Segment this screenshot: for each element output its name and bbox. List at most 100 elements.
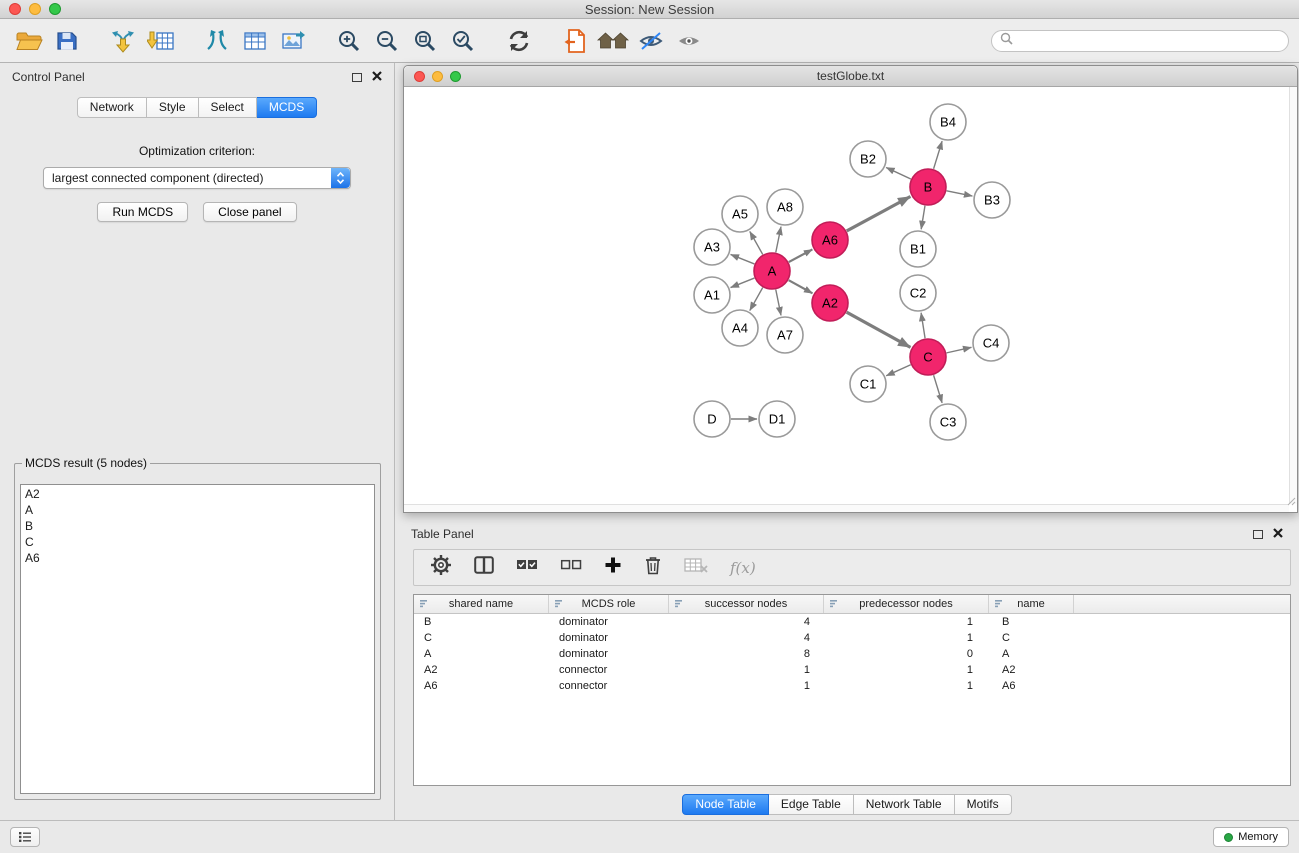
tab-mcds[interactable]: MCDS: [257, 97, 317, 118]
open-folder-icon[interactable]: [10, 24, 48, 58]
table-cell[interactable]: 8: [669, 646, 824, 662]
edge-A-A2[interactable]: [789, 280, 813, 293]
split-columns-icon[interactable]: [474, 556, 494, 579]
node-A[interactable]: A: [754, 253, 790, 289]
trash-icon[interactable]: [644, 555, 662, 580]
table-cell[interactable]: A6: [989, 678, 1074, 694]
node-A2[interactable]: A2: [812, 285, 848, 321]
column-header-name[interactable]: name: [989, 595, 1074, 613]
edge-B-B1[interactable]: [921, 206, 925, 229]
run-mcds-button[interactable]: Run MCDS: [97, 202, 188, 222]
minimize-window-button[interactable]: [29, 3, 41, 15]
table-cell[interactable]: 1: [824, 614, 989, 630]
gear-icon[interactable]: [430, 554, 452, 581]
edge-A-A6[interactable]: [789, 249, 813, 262]
tab-select[interactable]: Select: [199, 97, 257, 118]
node-B4[interactable]: B4: [930, 104, 966, 140]
table-cell[interactable]: 4: [669, 614, 824, 630]
table-cell[interactable]: 1: [669, 678, 824, 694]
node-A5[interactable]: A5: [722, 196, 758, 232]
table-cell[interactable]: C: [414, 630, 549, 646]
table-cell[interactable]: A2: [989, 662, 1074, 678]
edge-C-C2[interactable]: [921, 313, 925, 338]
table-tab-network-table[interactable]: Network Table: [854, 794, 955, 815]
zoom-fit-icon[interactable]: [406, 24, 444, 58]
table-cell[interactable]: connector: [549, 662, 669, 678]
table-export-icon[interactable]: [236, 24, 274, 58]
zoom-selected-icon[interactable]: [444, 24, 482, 58]
close-window-button[interactable]: [9, 3, 21, 15]
table-cell[interactable]: B: [989, 614, 1074, 630]
resize-grip-icon[interactable]: [1286, 493, 1296, 511]
optimization-dropdown[interactable]: largest connected component (directed): [43, 167, 351, 189]
select-all-icon[interactable]: [516, 558, 538, 577]
edge-A-A4[interactable]: [750, 288, 763, 311]
network-close-button[interactable]: [414, 71, 425, 82]
edge-A-A3[interactable]: [731, 254, 755, 264]
network-window-titlebar[interactable]: testGlobe.txt: [404, 66, 1297, 87]
table-cell[interactable]: A2: [414, 662, 549, 678]
memory-button[interactable]: Memory: [1213, 827, 1289, 847]
function-builder-icon[interactable]: f(x): [730, 559, 756, 577]
edge-A2-C[interactable]: [847, 312, 911, 347]
node-B2[interactable]: B2: [850, 141, 886, 177]
edge-A-A5[interactable]: [750, 231, 763, 254]
network-share-icon[interactable]: [198, 24, 236, 58]
edge-C-C4[interactable]: [947, 347, 972, 353]
network-zoom-button[interactable]: [450, 71, 461, 82]
unselect-all-icon[interactable]: [560, 558, 582, 577]
node-D1[interactable]: D1: [759, 401, 795, 437]
network-minimize-button[interactable]: [432, 71, 443, 82]
tab-style[interactable]: Style: [147, 97, 199, 118]
home-icon[interactable]: [594, 24, 632, 58]
mcds-result-list[interactable]: A2ABCA6: [20, 484, 375, 794]
edge-A-A7[interactable]: [776, 290, 781, 316]
node-C3[interactable]: C3: [930, 404, 966, 440]
table-cell[interactable]: connector: [549, 678, 669, 694]
edge-B-B4[interactable]: [934, 141, 943, 169]
edge-C-C1[interactable]: [886, 365, 910, 376]
table-float-icon[interactable]: [1253, 530, 1263, 539]
table-cell[interactable]: A: [989, 646, 1074, 662]
zoom-window-button[interactable]: [49, 3, 61, 15]
table-cell[interactable]: 4: [669, 630, 824, 646]
table-tab-node-table[interactable]: Node Table: [682, 794, 769, 815]
table-tab-motifs[interactable]: Motifs: [955, 794, 1012, 815]
node-A1[interactable]: A1: [694, 277, 730, 313]
network-svg[interactable]: B4B2BB3B1A5A8A6A3AA1A2A4A7C2C4CC1C3DD1: [404, 87, 1289, 505]
refresh-icon[interactable]: [500, 24, 538, 58]
column-header-predecessor-nodes[interactable]: predecessor nodes: [824, 595, 989, 613]
table-row[interactable]: Adominator80A: [414, 646, 1290, 662]
table-row[interactable]: Cdominator41C: [414, 630, 1290, 646]
node-table[interactable]: shared nameMCDS rolesuccessor nodesprede…: [413, 594, 1291, 786]
node-B1[interactable]: B1: [900, 231, 936, 267]
delete-table-icon[interactable]: [684, 556, 708, 579]
vertical-scrollbar[interactable]: [1289, 87, 1297, 504]
table-tab-edge-table[interactable]: Edge Table: [769, 794, 854, 815]
table-cell[interactable]: 0: [824, 646, 989, 662]
table-cell[interactable]: A6: [414, 678, 549, 694]
edge-A-A8[interactable]: [776, 227, 781, 253]
table-cell[interactable]: 1: [824, 662, 989, 678]
edge-A6-B[interactable]: [847, 197, 911, 231]
result-item[interactable]: A2: [21, 486, 374, 502]
edge-C-C3[interactable]: [934, 375, 943, 403]
table-cell[interactable]: B: [414, 614, 549, 630]
edge-B-B2[interactable]: [886, 167, 911, 179]
search-input[interactable]: [1018, 34, 1280, 48]
column-header-MCDS-role[interactable]: MCDS role: [549, 595, 669, 613]
result-item[interactable]: A6: [21, 550, 374, 566]
save-icon[interactable]: [48, 24, 86, 58]
table-cell[interactable]: C: [989, 630, 1074, 646]
table-row[interactable]: A2connector11A2: [414, 662, 1290, 678]
table-cell[interactable]: 1: [669, 662, 824, 678]
table-cell[interactable]: A: [414, 646, 549, 662]
zoom-out-icon[interactable]: [368, 24, 406, 58]
edge-B-B3[interactable]: [947, 191, 973, 196]
tab-network[interactable]: Network: [77, 97, 147, 118]
details-eye-icon[interactable]: [632, 24, 670, 58]
node-D[interactable]: D: [694, 401, 730, 437]
table-close-icon[interactable]: [1273, 527, 1283, 541]
image-export-icon[interactable]: [274, 24, 312, 58]
import-network-icon[interactable]: [104, 24, 142, 58]
